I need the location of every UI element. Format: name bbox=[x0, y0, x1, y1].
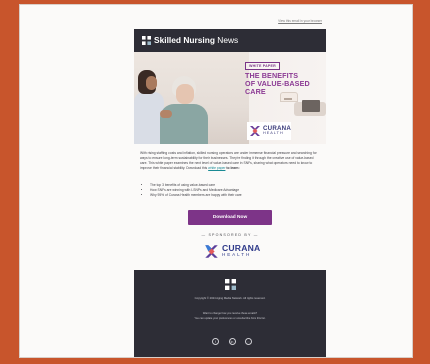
curana-logo-icon bbox=[249, 126, 260, 136]
email-footer: Copyright © 2024 Aging Media Network. Al… bbox=[134, 270, 326, 357]
hero-banner[interactable]: WHITE PAPER THE BENEFITS OF VALUE-BASED … bbox=[134, 52, 326, 144]
curana-health-badge: CURANA HEALTH bbox=[247, 122, 291, 140]
email-preview-frame: View this email in your browser Skilled … bbox=[19, 4, 413, 358]
white-paper-tag: WHITE PAPER bbox=[245, 62, 280, 70]
newsletter-header: Skilled Nursing News bbox=[134, 29, 326, 52]
brand-name: Skilled Nursing News bbox=[154, 35, 239, 46]
list-item: Why 95% of Curana Health members are hap… bbox=[150, 193, 320, 198]
skilled-nursing-logo-icon bbox=[225, 279, 236, 290]
intro-paragraph: With rising staffing costs and inflation… bbox=[140, 151, 317, 170]
download-now-button[interactable]: Download Now bbox=[188, 210, 272, 225]
view-in-browser-link[interactable]: View this email in your browser bbox=[278, 19, 322, 23]
email-body: View this email in your browser Skilled … bbox=[134, 11, 326, 359]
unsubscribe-text[interactable]: You can update your preferences or unsub… bbox=[134, 317, 326, 320]
social-links: f in ◌ bbox=[212, 338, 252, 346]
facebook-icon[interactable]: f bbox=[212, 338, 219, 345]
linkedin-icon[interactable]: in bbox=[228, 338, 236, 345]
skilled-nursing-logo-icon bbox=[142, 36, 151, 45]
copyright-text: Copyright © 2024 Aging Media Network. Al… bbox=[194, 297, 266, 300]
benefits-list: The top 3 benefits of using value-based … bbox=[146, 183, 320, 198]
curana-logo-icon bbox=[205, 244, 218, 258]
manage-preferences-text: Want to change how you receive these ema… bbox=[202, 312, 258, 315]
hero-title: THE BENEFITS OF VALUE-BASED CARE bbox=[245, 71, 310, 97]
web-icon[interactable]: ◌ bbox=[245, 338, 252, 345]
white-paper-link[interactable]: white paper bbox=[208, 166, 225, 170]
sponsored-by-label: — SPONSORED BY — bbox=[201, 233, 259, 237]
sponsor-logo[interactable]: CURANA HEALTH bbox=[204, 241, 264, 261]
